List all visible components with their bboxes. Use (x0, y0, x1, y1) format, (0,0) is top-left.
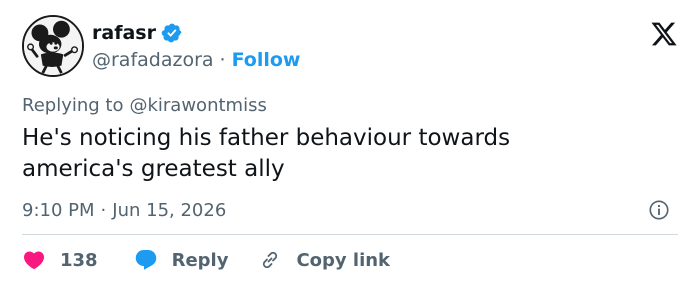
author-handle-row: @rafadazora · Follow (92, 47, 301, 73)
tweet-timestamp[interactable]: 9:10 PM · Jun 15, 2026 (22, 198, 226, 222)
avatar[interactable] (22, 15, 84, 77)
author-handle[interactable]: @rafadazora (92, 49, 214, 71)
author-name-row: rafasr (92, 20, 183, 46)
divider (22, 234, 678, 235)
handle-separator: · (219, 49, 226, 71)
tweet-text-line: america's greatest ally (22, 156, 285, 182)
copy-link-button[interactable]: Copy link (258, 248, 390, 272)
tweet-time: 9:10 PM (22, 199, 95, 221)
action-bar: 138 Reply Copy link (22, 246, 390, 274)
tweet-text-line: He's noticing his father behaviour towar… (22, 125, 511, 151)
replying-to-label: Replying to (22, 94, 124, 116)
reply-bubble-icon (135, 250, 156, 270)
avatar-cartoon-icon (24, 17, 82, 75)
replying-to-handle[interactable]: @kirawontmiss (129, 95, 266, 116)
tweet-date: Jun 15, 2026 (112, 199, 227, 221)
x-logo-icon[interactable] (650, 20, 678, 48)
timestamp-separator: · (100, 199, 107, 221)
link-icon (263, 251, 278, 269)
verified-badge-icon (161, 22, 183, 44)
reply-label: Reply (171, 249, 229, 271)
tweet-text: He's noticing his father behaviour towar… (22, 123, 672, 185)
reply-button[interactable]: Reply (134, 248, 229, 272)
heart-icon (23, 251, 45, 270)
follow-button[interactable]: Follow (232, 49, 301, 71)
like-button[interactable]: 138 (22, 248, 98, 272)
like-count: 138 (60, 249, 98, 271)
author-name[interactable]: rafasr (92, 22, 156, 44)
replying-to: Replying to @kirawontmiss (22, 93, 267, 117)
info-icon[interactable] (648, 199, 670, 221)
copy-link-label: Copy link (296, 249, 391, 271)
